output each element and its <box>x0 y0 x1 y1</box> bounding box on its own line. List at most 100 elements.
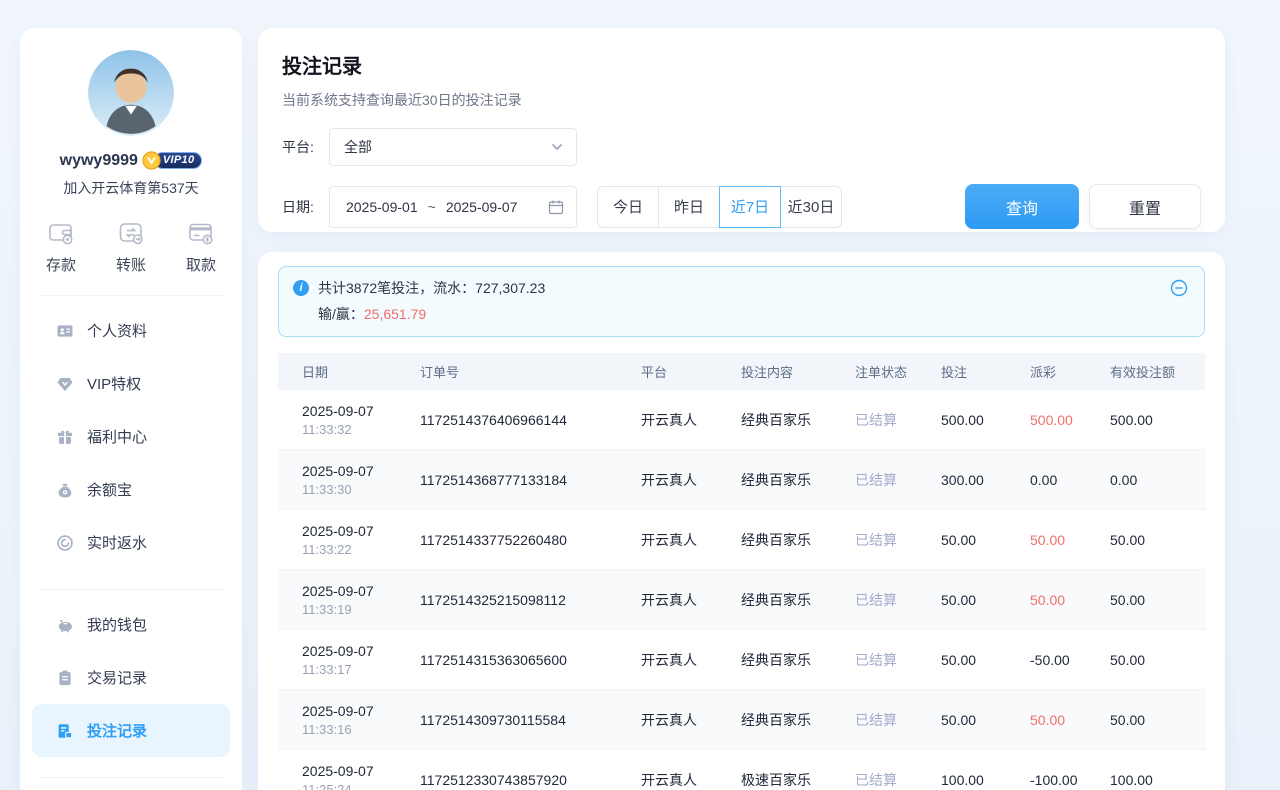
cell-status: 已结算 <box>855 590 941 610</box>
table-row[interactable]: 2025-09-07 11:33:16 1172514309730115584 … <box>278 690 1205 750</box>
summary-line1: 共计3872笔投注，流水：727,307.23 <box>318 278 545 298</box>
cell-platform: 开云真人 <box>641 530 741 550</box>
platform-filter-row: 平台: 全部 <box>282 128 1201 166</box>
chevron-down-icon <box>550 140 564 154</box>
column-header: 订单号 <box>420 362 641 381</box>
cell-order: 1172512330743857920 <box>420 772 641 788</box>
cell-content: 经典百家乐 <box>741 590 855 610</box>
money-pouch-icon <box>56 481 74 499</box>
sidebar-item-yuebao[interactable]: 余额宝 <box>32 463 230 516</box>
cell-payout: 50.00 <box>1030 712 1110 728</box>
platform-selected-value: 全部 <box>344 137 372 157</box>
date-label: 日期: <box>282 197 329 217</box>
cell-time: 11:33:30 <box>302 482 420 497</box>
info-icon: i <box>293 280 309 296</box>
transfer-button[interactable]: 转账 <box>116 218 146 275</box>
bet-records-table: 日期订单号平台投注内容注单状态投注派彩有效投注额 2025-09-07 11:3… <box>278 353 1205 790</box>
sidebar-item-profile[interactable]: 个人资料 <box>32 304 230 357</box>
id-card-icon <box>56 322 74 340</box>
table-row[interactable]: 2025-09-07 11:33:30 1172514368777133184 … <box>278 450 1205 510</box>
reset-button[interactable]: 重置 <box>1089 184 1201 229</box>
quick-range-button[interactable]: 近7日 <box>719 186 781 228</box>
summary-turnover-value: 727,307.23 <box>475 280 545 296</box>
cell-payout: -100.00 <box>1030 772 1110 788</box>
withdraw-label: 取款 <box>186 254 216 275</box>
summary-winloss-label: 输/赢： <box>318 306 364 322</box>
column-header: 日期 <box>302 362 420 381</box>
join-days-text: 加入开云体育第537天 <box>32 178 230 198</box>
withdraw-button[interactable]: 取款 <box>186 218 216 275</box>
cell-bet: 50.00 <box>941 592 1030 608</box>
platform-label: 平台: <box>282 137 329 157</box>
column-header: 有效投注额 <box>1110 362 1205 381</box>
column-header: 投注内容 <box>741 362 855 381</box>
cell-bet: 300.00 <box>941 472 1030 488</box>
cell-bet: 500.00 <box>941 412 1030 428</box>
cell-date-time: 2025-09-07 11:33:32 <box>302 403 420 437</box>
divider <box>38 589 224 590</box>
quick-actions: 存款 转账 取款 <box>32 218 230 275</box>
cell-status: 已结算 <box>855 770 941 790</box>
quick-range-button[interactable]: 昨日 <box>658 186 720 228</box>
cell-status: 已结算 <box>855 530 941 550</box>
table-row[interactable]: 2025-09-07 11:33:19 1172514325215098112 … <box>278 570 1205 630</box>
collapse-banner-icon[interactable] <box>1170 279 1188 297</box>
piggy-bank-icon <box>56 616 74 634</box>
cell-date-time: 2025-09-07 11:33:22 <box>302 523 420 557</box>
table-row[interactable]: 2025-09-07 11:33:22 1172514337752260480 … <box>278 510 1205 570</box>
cell-status: 已结算 <box>855 470 941 490</box>
sidebar-item-label: 我的钱包 <box>87 614 147 635</box>
sidebar-item-bet-records[interactable]: 投注记录 <box>32 704 230 757</box>
quick-range-button[interactable]: 今日 <box>597 186 659 228</box>
query-button[interactable]: 查询 <box>965 184 1079 229</box>
date-filter-row: 日期: 2025-09-01 ~ 2025-09-07 今日 昨日 近7日 近3… <box>282 184 1201 229</box>
transaction-list-icon <box>56 669 74 687</box>
quick-range-button[interactable]: 近30日 <box>780 186 842 228</box>
cell-order: 1172514315363065600 <box>420 652 641 668</box>
deposit-button[interactable]: 存款 <box>46 218 76 275</box>
cell-date: 2025-09-07 <box>302 403 420 419</box>
rebate-icon <box>56 534 74 552</box>
cell-content: 经典百家乐 <box>741 650 855 670</box>
cell-valid: 50.00 <box>1110 712 1205 728</box>
divider <box>38 295 224 296</box>
username: wywy9999 <box>60 152 138 170</box>
cell-status: 已结算 <box>855 650 941 670</box>
wallet-deposit-icon <box>46 218 76 248</box>
sidebar-item-label: 个人资料 <box>87 320 147 341</box>
platform-select[interactable]: 全部 <box>329 128 577 166</box>
transfer-icon <box>116 218 146 248</box>
cell-status: 已结算 <box>855 410 941 430</box>
sidebar-item-rebate[interactable]: 实时返水 <box>32 516 230 569</box>
avatar[interactable] <box>88 50 174 136</box>
cell-platform: 开云真人 <box>641 590 741 610</box>
sidebar: wywy9999 VIP10 加入开云体育第537天 存款 <box>20 28 242 790</box>
sidebar-item-wallet[interactable]: 我的钱包 <box>32 598 230 651</box>
sidebar-item-welfare[interactable]: 福利中心 <box>32 410 230 463</box>
summary-winloss-value: 25,651.79 <box>364 306 426 322</box>
cell-date-time: 2025-09-07 11:25:24 <box>302 763 420 790</box>
sidebar-item-transactions[interactable]: 交易记录 <box>32 651 230 704</box>
table-row[interactable]: 2025-09-07 11:33:32 1172514376406966144 … <box>278 390 1205 450</box>
cell-valid: 500.00 <box>1110 412 1205 428</box>
table-row[interactable]: 2025-09-07 11:25:24 1172512330743857920 … <box>278 750 1205 790</box>
calendar-icon <box>548 199 564 215</box>
cell-time: 11:33:17 <box>302 662 420 677</box>
sidebar-item-vip[interactable]: VIP特权 <box>32 357 230 410</box>
summary-banner: i 共计3872笔投注，流水：727,307.23 输/赢：25,651.79 <box>278 266 1205 337</box>
vip-level-label: VIP10 <box>154 152 202 169</box>
cell-date-time: 2025-09-07 11:33:19 <box>302 583 420 617</box>
cell-platform: 开云真人 <box>641 710 741 730</box>
table-row[interactable]: 2025-09-07 11:33:17 1172514315363065600 … <box>278 630 1205 690</box>
transfer-label: 转账 <box>116 254 146 275</box>
cell-payout: 50.00 <box>1030 532 1110 548</box>
date-range-input[interactable]: 2025-09-01 ~ 2025-09-07 <box>329 186 577 228</box>
column-header: 平台 <box>641 362 741 381</box>
cell-bet: 50.00 <box>941 712 1030 728</box>
cell-time: 11:25:24 <box>302 782 420 790</box>
cell-bet: 100.00 <box>941 772 1030 788</box>
cell-valid: 50.00 <box>1110 592 1205 608</box>
cell-content: 经典百家乐 <box>741 710 855 730</box>
table-header-row: 日期订单号平台投注内容注单状态投注派彩有效投注额 <box>278 353 1205 390</box>
cell-payout: 0.00 <box>1030 472 1110 488</box>
